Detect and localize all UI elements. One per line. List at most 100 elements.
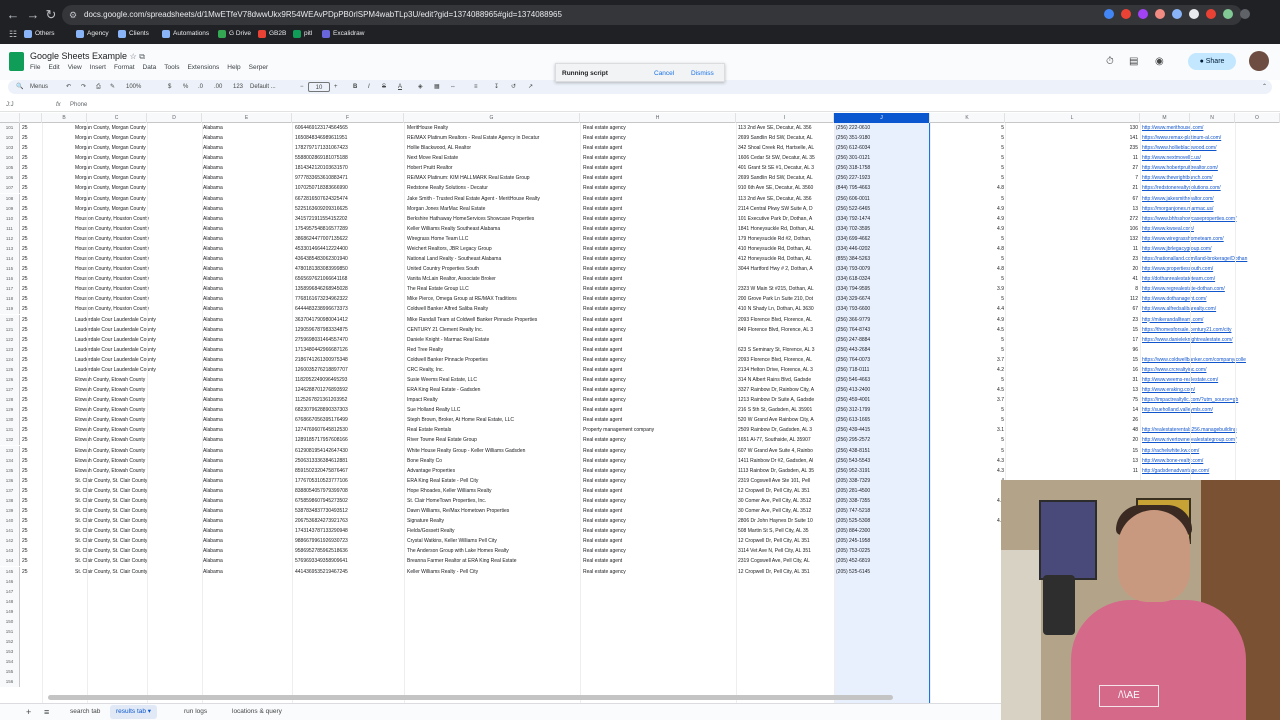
cell-website[interactable]: http://dothanrealestateteam.com/ bbox=[1142, 274, 1280, 284]
cell-address[interactable]: 2093 Florence Blvd, Florence, AL bbox=[738, 355, 833, 365]
cell-place-id[interactable]: 2186741261300975348 bbox=[295, 355, 403, 365]
cell-business-name[interactable]: CRC Realty, Inc. bbox=[407, 365, 579, 375]
cell-rating[interactable]: 5 bbox=[960, 486, 1004, 496]
formula-input[interactable]: Phone bbox=[70, 99, 87, 112]
row-number[interactable]: 150 bbox=[0, 616, 20, 627]
menu-serper[interactable]: Serper bbox=[249, 64, 269, 71]
cell-website[interactable]: http://www.eraking.com/ bbox=[1142, 385, 1280, 395]
cell-reviews[interactable]: 13 bbox=[1090, 456, 1138, 466]
row-number[interactable]: 149 bbox=[0, 606, 20, 617]
cell-phone[interactable]: (855) 384-5263 bbox=[836, 254, 928, 264]
cell-b[interactable]: 25 bbox=[22, 435, 42, 445]
extension-icon[interactable] bbox=[1172, 9, 1182, 19]
cell-place-id[interactable]: 3637041790980041412 bbox=[295, 315, 403, 325]
toast-cancel-button[interactable]: Cancel bbox=[654, 64, 674, 83]
cell-county[interactable]: Lauderdale Cour Lauderdale County bbox=[75, 365, 200, 375]
cell-reviews[interactable]: 130 bbox=[1090, 123, 1138, 133]
cell-state[interactable]: Alabama bbox=[203, 526, 291, 536]
cell-website[interactable]: http://realestaterentals256.managebuildi… bbox=[1142, 425, 1280, 435]
cell-address[interactable]: 12 Cropwell Dr, Pell City, AL 351 bbox=[738, 486, 833, 496]
cell-b[interactable]: 25 bbox=[22, 516, 42, 526]
meet-icon[interactable]: ◉ bbox=[1155, 56, 1164, 67]
cell-b[interactable]: 25 bbox=[22, 153, 42, 163]
row-number[interactable]: 131 bbox=[0, 425, 20, 436]
cell-business-name[interactable]: River Towne Real Estate Group bbox=[407, 435, 579, 445]
cell-county[interactable]: Houston County, Houston County bbox=[75, 274, 200, 284]
cell-category[interactable]: Real estate agency bbox=[583, 526, 735, 536]
cell-category[interactable]: Real estate agent bbox=[583, 204, 735, 214]
cell-b[interactable]: 25 bbox=[22, 133, 42, 143]
cell-website[interactable]: https://www.crcrealtyinc.com/ bbox=[1142, 365, 1280, 375]
italic-icon[interactable]: I bbox=[368, 80, 370, 94]
cell-phone[interactable]: (205) 525-5308 bbox=[836, 516, 928, 526]
cell-state[interactable]: Alabama bbox=[203, 315, 291, 325]
extension-icon[interactable] bbox=[1223, 9, 1233, 19]
cell-reviews[interactable]: 23 bbox=[1090, 315, 1138, 325]
cell-county[interactable]: St. Clair County, St. Clair County bbox=[75, 486, 200, 496]
cell-business-name[interactable]: Morgan Jones MarMac Real Estate bbox=[407, 204, 579, 214]
cell-b[interactable]: 25 bbox=[22, 264, 42, 274]
cell-business-name[interactable]: Weichert Realtors, JBR Legacy Group bbox=[407, 244, 579, 254]
extension-icon[interactable] bbox=[1138, 9, 1148, 19]
column-header-g[interactable]: G bbox=[404, 113, 580, 123]
column-header-e[interactable]: E bbox=[202, 113, 292, 123]
account-avatar[interactable] bbox=[1249, 51, 1269, 71]
cell-business-name[interactable]: Berkshire Hathaway HomeServices Showcase… bbox=[407, 214, 579, 224]
cell-website[interactable]: http://mikerandallteam.com/ bbox=[1142, 315, 1280, 325]
cell-b[interactable]: 25 bbox=[22, 163, 42, 173]
row-number[interactable]: 129 bbox=[0, 405, 20, 416]
cell-place-id[interactable]: 1754957548816577289 bbox=[295, 224, 403, 234]
cell-state[interactable]: Alabama bbox=[203, 496, 291, 506]
cell-address[interactable]: 2699 Sandlin Rd SW, Decatur, AL bbox=[738, 133, 833, 143]
cell-address[interactable]: 179 Honeysuckle Rd #2, Dothan, bbox=[738, 234, 833, 244]
cell-address[interactable]: 1411 Rainbow Dr #2, Gadsden, Al bbox=[738, 456, 833, 466]
cell-reviews[interactable]: 48 bbox=[1090, 425, 1138, 435]
cell-business-name[interactable]: White House Realty Group - Keller Willia… bbox=[407, 446, 579, 456]
cell-category[interactable]: Real estate agency bbox=[583, 516, 735, 526]
cell-rating[interactable]: 5 bbox=[960, 274, 1004, 284]
row-number[interactable]: 112 bbox=[0, 233, 20, 244]
cell-business-name[interactable]: ERA King Real Estate - Pell City bbox=[407, 476, 579, 486]
cell-address[interactable]: 410 Honeysuckle Rd, Dothan, AL bbox=[738, 244, 833, 254]
search-menus-label[interactable]: Menus bbox=[30, 80, 48, 94]
cell-reviews[interactable]: 96 bbox=[1090, 345, 1138, 355]
cell-b[interactable]: 25 bbox=[22, 375, 42, 385]
column-header-n[interactable]: N bbox=[1190, 113, 1235, 123]
cell-place-id[interactable]: 8591502320475876467 bbox=[295, 466, 403, 476]
cell-place-id[interactable]: 6768667056395176499 bbox=[295, 415, 403, 425]
row-number[interactable]: 132 bbox=[0, 435, 20, 446]
cell-place-id[interactable]: 5769693349358909641 bbox=[295, 556, 403, 566]
cell-category[interactable]: Real estate agency bbox=[583, 325, 735, 335]
cell-phone[interactable]: (205) 452-6819 bbox=[836, 556, 928, 566]
cell-state[interactable]: Alabama bbox=[203, 274, 291, 284]
cell-state[interactable]: Alabama bbox=[203, 244, 291, 254]
cell-category[interactable]: Real estate agent bbox=[583, 556, 735, 566]
cell-county[interactable]: Etowah County, Etowah County bbox=[75, 425, 200, 435]
reload-icon[interactable]: ↻ bbox=[42, 6, 60, 24]
cell-reviews[interactable]: 17 bbox=[1090, 335, 1138, 345]
row-number[interactable]: 120 bbox=[0, 314, 20, 325]
row-number[interactable]: 113 bbox=[0, 243, 20, 254]
cell-category[interactable]: Real estate agent bbox=[583, 405, 735, 415]
cell-place-id[interactable]: 2506313336384612881 bbox=[295, 456, 403, 466]
cell-phone[interactable]: (334) 792-1474 bbox=[836, 214, 928, 224]
cell-address[interactable]: 401 Grant St SE #1, Decatur, AL 3 bbox=[738, 163, 833, 173]
cell-place-id[interactable]: 8388054057979399708 bbox=[295, 486, 403, 496]
cell-category[interactable]: Property management company bbox=[583, 425, 735, 435]
cell-rating[interactable]: 4.9 bbox=[960, 315, 1004, 325]
cell-rating[interactable]: 5 bbox=[960, 194, 1004, 204]
cell-rating[interactable]: 5 bbox=[960, 234, 1004, 244]
font-size-input[interactable]: 10 bbox=[308, 82, 330, 92]
cell-state[interactable]: Alabama bbox=[203, 224, 291, 234]
cell-county[interactable]: Lauderdale Cour Lauderdale County bbox=[75, 355, 200, 365]
cell-business-name[interactable]: Redstone Realty Solutions - Decatur bbox=[407, 183, 579, 193]
cell-county[interactable]: Lauderdale Cour Lauderdale County bbox=[75, 335, 200, 345]
cell-phone[interactable]: (256) 443-2684 bbox=[836, 345, 928, 355]
row-number[interactable]: 152 bbox=[0, 637, 20, 648]
cell-county[interactable]: Houston County, Houston County bbox=[75, 244, 200, 254]
cell-state[interactable]: Alabama bbox=[203, 476, 291, 486]
bookmark-others[interactable]: Others bbox=[24, 26, 55, 42]
cell-county[interactable]: Houston County, Houston County bbox=[75, 294, 200, 304]
cell-state[interactable]: Alabama bbox=[203, 183, 291, 193]
cell-rating[interactable]: 5 bbox=[960, 435, 1004, 445]
